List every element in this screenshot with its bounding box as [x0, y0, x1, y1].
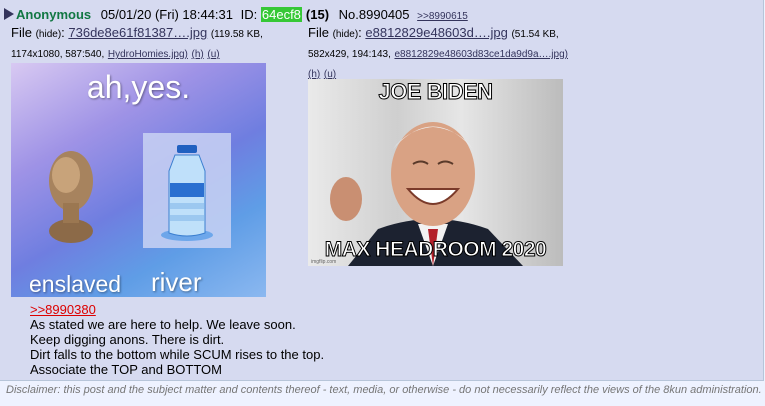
meme-bottom-left-text: enslaved [29, 271, 122, 297]
post-number[interactable]: No.8990405 [339, 7, 410, 22]
file-name-link[interactable]: 736de8e61f81387….jpg [68, 25, 207, 40]
reply-backlink[interactable]: >>8990615 [417, 11, 468, 22]
file-size: (119.58 KB, [210, 29, 263, 40]
file-dimensions: 582x429, 194:143, [308, 49, 391, 60]
meme-top-text: ah,yes. [86, 69, 191, 105]
poster-id-label: ID: [240, 7, 258, 22]
file-name-link[interactable]: e8812829e48603d….jpg [365, 25, 507, 40]
body-line: Associate the TOP and BOTTOM [30, 362, 222, 377]
body-line: As stated we are here to help. We leave … [30, 317, 296, 332]
file-original-name[interactable]: HydroHomies.jpg) [108, 49, 188, 60]
post-image-1[interactable]: ah,yes. enslaved river [11, 63, 266, 297]
file-h-link[interactable]: (h) [192, 49, 204, 60]
post-container: Anonymous 05/01/20 (Fri) 18:44:31 ID: 64… [0, 0, 764, 381]
disclaimer-text: Disclaimer: this post and the subject ma… [6, 384, 762, 396]
body-line: Dirt falls to the bottom while SCUM rise… [30, 347, 325, 362]
poster-name: Anonymous [16, 7, 92, 22]
post-intro: Anonymous 05/01/20 (Fri) 18:44:31 ID: 64… [4, 7, 468, 22]
file-original-name[interactable]: e8812829e48603d83ce1da9d9a….jpg) [394, 49, 568, 60]
file-info-1: File (hide): 736de8e61f81387….jpg (119.5… [11, 25, 263, 60]
post-date: 05/01/20 (Fri) 18:44:31 [100, 7, 233, 22]
file-info-2: File (hide): e8812829e48603d….jpg (51.54… [308, 25, 568, 80]
hide-file-link[interactable]: (hide) [36, 29, 62, 40]
file-dimensions: 1174x1080, 587:540, [11, 49, 105, 60]
quote-link[interactable]: >>8990380 [30, 302, 96, 317]
body-line: Keep digging anons. There is dirt. [30, 332, 225, 347]
file-label: File [11, 25, 32, 40]
post-body: >>8990380 As stated we are here to help.… [30, 302, 324, 377]
poster-id[interactable]: 64ecf8 [260, 7, 302, 22]
meme-top-text: JOE BIDEN [378, 79, 494, 105]
post-menu-arrow-icon[interactable] [4, 8, 14, 20]
file-label: File [308, 25, 329, 40]
meme-bottom-text: MAX HEADROOM 2020 [324, 238, 547, 262]
post-image-2[interactable]: JOE BIDEN MAX HEADROOM 2020 imgflip.com [308, 79, 563, 266]
poster-post-count: (15) [305, 7, 330, 22]
meme-bottom-right-text: river [151, 267, 202, 297]
hide-file-link[interactable]: (hide) [333, 29, 359, 40]
image-watermark: imgflip.com [311, 259, 337, 265]
file-u-link[interactable]: (u) [207, 49, 219, 60]
file-size: (51.54 KB, [511, 29, 559, 40]
